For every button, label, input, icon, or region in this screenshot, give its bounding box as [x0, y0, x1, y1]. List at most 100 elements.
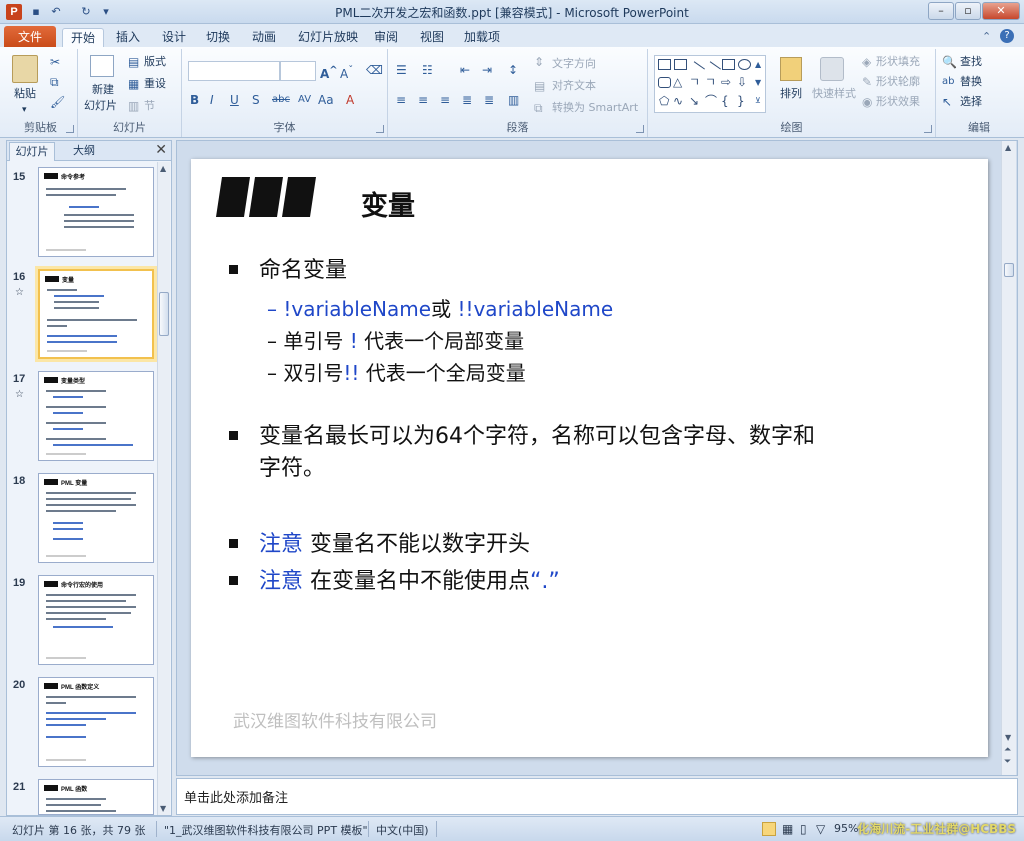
block-arrow-right-icon[interactable]: ⇨: [721, 75, 731, 89]
shrink-font-icon[interactable]: Aˇ: [340, 64, 353, 81]
align-left-icon[interactable]: ≡: [396, 93, 406, 107]
numbering-icon[interactable]: ☷: [422, 63, 433, 77]
textbox-shape-icon[interactable]: [658, 59, 671, 70]
clear-format-icon[interactable]: ⌫: [366, 63, 383, 77]
convert-smartart-button[interactable]: 转换为 SmartArt: [552, 101, 638, 115]
shape-outline-icon[interactable]: ✎: [862, 75, 872, 89]
notes-pane[interactable]: 单击此处添加备注: [176, 778, 1018, 815]
text-direction-icon[interactable]: ⇕: [534, 55, 544, 69]
theme-status[interactable]: "1_武汉维图软件科技有限公司 PPT 模板": [164, 822, 368, 838]
new-slide-dropdown[interactable]: 幻灯片: [84, 99, 117, 113]
shape-effects-button[interactable]: 形状效果: [876, 95, 920, 109]
slide-thumbnail-15[interactable]: 命令参考: [38, 167, 154, 257]
slide-thumbnail-20[interactable]: PML 函数定义: [38, 677, 154, 767]
tab-transitions[interactable]: 切换: [200, 28, 236, 48]
tab-design[interactable]: 设计: [156, 28, 192, 48]
format-painter-icon[interactable]: 🖌: [50, 95, 65, 109]
tab-review[interactable]: 审阅: [368, 28, 404, 48]
align-center-icon[interactable]: ≡: [418, 93, 428, 107]
increase-indent-icon[interactable]: ⇥: [482, 63, 492, 77]
slideshow-icon[interactable]: ▽: [816, 822, 825, 836]
reset-icon[interactable]: ▦: [128, 77, 139, 91]
new-slide-button[interactable]: 新建: [92, 83, 114, 97]
rectangle-shape-icon[interactable]: [722, 59, 735, 70]
slide-title[interactable]: 变量: [361, 184, 415, 223]
shape-fill-icon[interactable]: ◈: [862, 55, 871, 69]
shape-outline-button[interactable]: 形状轮廓: [876, 75, 920, 89]
slide-thumbnail-18[interactable]: PML 变量: [38, 473, 154, 563]
text-direction-button[interactable]: 文字方向: [552, 57, 596, 71]
previous-slide-icon[interactable]: ⏶: [1004, 745, 1011, 755]
align-right-icon[interactable]: ≡: [440, 93, 450, 107]
paste-button[interactable]: 粘贴: [14, 87, 36, 101]
sub-bullet-item[interactable]: – !variableName或 !!variableName: [267, 293, 613, 322]
clipboard-expand-icon[interactable]: [66, 125, 74, 133]
columns-icon[interactable]: ▥: [508, 93, 519, 107]
slide-canvas[interactable]: 变量 命名变量 – !variableName或 !!variableName …: [191, 159, 988, 757]
cut-icon[interactable]: ✂: [50, 55, 60, 69]
tab-insert[interactable]: 插入: [110, 28, 146, 48]
gallery-more-icon[interactable]: ⊻: [755, 94, 761, 108]
align-text-button[interactable]: 对齐文本: [552, 79, 596, 93]
select-button[interactable]: 选择: [960, 95, 982, 109]
distribute-icon[interactable]: ≣: [484, 93, 494, 107]
font-color-icon[interactable]: A: [346, 93, 354, 107]
replace-button[interactable]: 替换: [960, 75, 982, 89]
left-brace-icon[interactable]: {: [721, 94, 729, 108]
shape-fill-button[interactable]: 形状填充: [876, 55, 920, 69]
ribbon-minimize-icon[interactable]: ⌃: [982, 30, 991, 43]
find-icon[interactable]: 🔍: [942, 55, 957, 69]
sub-bullet-item[interactable]: – 双引号!! 代表一个全局变量: [267, 357, 526, 386]
slide-count-status[interactable]: 幻灯片 第 16 张，共 79 张: [12, 822, 145, 838]
elbow-arrow-icon[interactable]: ㄱ: [705, 75, 716, 89]
help-icon[interactable]: ?: [1000, 29, 1014, 43]
slide-sorter-icon[interactable]: ▦: [782, 822, 793, 836]
gallery-up-icon[interactable]: ▲: [755, 58, 761, 72]
reset-button[interactable]: 重设: [144, 77, 166, 91]
tab-home[interactable]: 开始: [62, 28, 104, 48]
tab-animations[interactable]: 动画: [246, 28, 282, 48]
scribble-shape-icon[interactable]: ⌒: [705, 94, 717, 108]
tab-outline[interactable]: 大纲: [61, 142, 107, 161]
new-slide-icon[interactable]: [90, 55, 114, 77]
replace-icon[interactable]: ab: [942, 75, 954, 89]
grow-font-icon[interactable]: A^: [320, 64, 338, 81]
find-button[interactable]: 查找: [960, 55, 982, 69]
slides-pane-scroll-thumb[interactable]: [159, 292, 169, 336]
notes-placeholder[interactable]: 单击此处添加备注: [184, 787, 288, 806]
minimize-button[interactable]: –: [928, 2, 954, 20]
language-status[interactable]: 中文(中国): [376, 822, 429, 838]
arrange-button[interactable]: 排列: [780, 87, 802, 101]
paste-dropdown-icon[interactable]: ▾: [22, 103, 27, 117]
bullets-icon[interactable]: ☰: [396, 63, 407, 77]
normal-view-icon[interactable]: [762, 822, 776, 836]
close-button[interactable]: ✕: [982, 2, 1020, 20]
close-pane-icon[interactable]: ✕: [155, 142, 167, 158]
smartart-icon[interactable]: ⧉: [534, 101, 543, 115]
slide-thumbnail-16[interactable]: 变量: [38, 269, 154, 359]
zoom-level[interactable]: 95%: [834, 822, 858, 835]
triangle-shape-icon[interactable]: △: [673, 75, 682, 89]
shapes-gallery[interactable]: △ ㄱ ㄱ ⇨ ⇩ ⬠ ∿ ↘ ⌒ { } ▲ ▼ ⊻: [654, 55, 766, 113]
layout-button[interactable]: 版式: [144, 55, 166, 69]
tab-addins[interactable]: 加载项: [458, 28, 506, 48]
scroll-down-icon[interactable]: ▼: [1005, 733, 1011, 742]
sub-bullet-item[interactable]: – 单引号 ! 代表一个局部变量: [267, 325, 524, 354]
slide-scroll-thumb[interactable]: [1004, 263, 1014, 277]
align-text-icon[interactable]: ▤: [534, 79, 545, 93]
paragraph-expand-icon[interactable]: [636, 125, 644, 133]
right-brace-icon[interactable]: }: [737, 94, 745, 108]
freeform-shape-icon[interactable]: ↘: [689, 94, 699, 108]
decrease-indent-icon[interactable]: ⇤: [460, 63, 470, 77]
scroll-up-icon[interactable]: ▲: [160, 164, 166, 173]
scroll-down-icon[interactable]: ▼: [160, 804, 166, 813]
char-spacing-icon[interactable]: AV: [298, 93, 311, 107]
shape-effects-icon[interactable]: ◉: [862, 95, 872, 109]
justify-icon[interactable]: ≣: [462, 93, 472, 107]
slide-scrollbar[interactable]: ▲ ▼ ⏶ ⏷: [1001, 141, 1016, 775]
quick-styles-button[interactable]: 快速样式: [812, 87, 856, 101]
font-family-combo[interactable]: [188, 61, 280, 81]
oval-shape-icon[interactable]: [738, 59, 751, 70]
quick-styles-icon[interactable]: [820, 57, 844, 81]
copy-icon[interactable]: ⧉: [50, 75, 59, 89]
